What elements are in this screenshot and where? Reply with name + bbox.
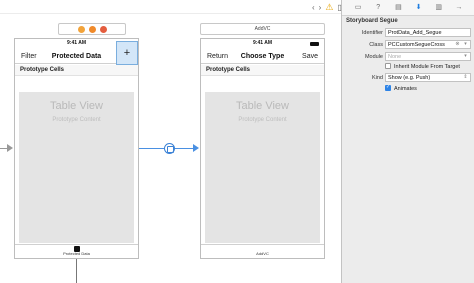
help-inspector-icon[interactable]: ? xyxy=(372,3,384,13)
back-button[interactable]: ‹ xyxy=(312,3,315,12)
chevron-down-icon[interactable]: ▾ xyxy=(462,41,469,48)
size-inspector-icon[interactable]: ▥ xyxy=(433,3,445,13)
scene2-dock-bar[interactable]: AddVC xyxy=(200,23,325,35)
save-bar-button[interactable]: Save xyxy=(302,53,318,60)
scene-addvc[interactable]: 9:41 AM Return Choose Type Save Prototyp… xyxy=(200,38,325,259)
animates-row: Animates xyxy=(342,84,474,94)
table-view-subtitle: Prototype Content xyxy=(238,117,287,123)
scene-footer: AddVC xyxy=(201,244,324,258)
scene-protected-data[interactable]: 9:41 AM Filter Protected Data + Prototyp… xyxy=(14,38,139,259)
relationship-line xyxy=(76,259,77,283)
attributes-inspector-icon[interactable]: ⬇ xyxy=(413,3,425,13)
canvas-top-strip xyxy=(0,0,341,14)
forward-button[interactable]: › xyxy=(319,3,322,12)
filter-bar-button[interactable]: Filter xyxy=(21,53,37,60)
identity-inspector-icon[interactable]: ▤ xyxy=(392,3,404,13)
navigation-bar: Filter Protected Data + xyxy=(15,41,138,65)
animates-label: Animates xyxy=(394,86,417,92)
tab-bar: Protected Data xyxy=(15,244,138,258)
class-label: Class xyxy=(369,42,383,48)
table-view-subtitle: Prototype Content xyxy=(52,117,101,123)
table-view[interactable] xyxy=(205,92,320,243)
inherit-row: Inherit Module From Target xyxy=(342,62,474,72)
clear-icon[interactable]: ⊗ xyxy=(454,41,461,48)
kind-label: Kind xyxy=(371,75,383,81)
class-row: Class PCCustomSegueCross ⊗ ▾ xyxy=(342,40,474,50)
file-inspector-icon[interactable]: ▭ xyxy=(352,3,364,13)
kind-popup[interactable]: Show (e.g. Push) ⇕ xyxy=(385,73,471,82)
identifier-row: Identifier ProtData_Add_Segue xyxy=(342,28,474,38)
animates-checkbox[interactable] xyxy=(385,84,391,91)
identifier-field[interactable]: ProtData_Add_Segue xyxy=(385,28,471,37)
incoming-segue-arrow-icon xyxy=(7,144,13,152)
inspector-tab-bar: ▭ ? ▤ ⬇ ▥ → xyxy=(342,0,474,16)
add-bar-button[interactable]: + xyxy=(116,41,138,65)
view-controller-icon[interactable] xyxy=(77,25,85,33)
navigation-bar: Return Choose Type Save xyxy=(201,48,324,64)
kind-row: Kind Show (e.g. Push) ⇕ xyxy=(342,73,474,83)
storyboard-canvas[interactable]: 9:41 AM Filter Protected Data + Prototyp… xyxy=(0,0,341,283)
prototype-cells-header: Prototype Cells xyxy=(201,65,324,76)
exit-icon[interactable] xyxy=(99,25,107,33)
first-responder-icon[interactable] xyxy=(88,25,96,33)
class-field[interactable]: PCCustomSegueCross ⊗ ▾ xyxy=(385,40,471,49)
canvas-toolbar: ‹ › ⚠ ▯ xyxy=(312,1,342,13)
warning-icon[interactable]: ⚠ xyxy=(325,2,333,13)
battery-icon xyxy=(310,42,319,46)
prototype-cell[interactable] xyxy=(15,76,138,92)
chevron-down-icon[interactable]: ▾ xyxy=(462,53,469,60)
chevron-updown-icon[interactable]: ⇕ xyxy=(462,74,469,81)
identifier-label: Identifier xyxy=(361,30,383,36)
inherit-checkbox[interactable] xyxy=(385,63,391,69)
inherit-label: Inherit Module From Target xyxy=(394,64,460,70)
module-label: Module xyxy=(364,54,383,60)
kind-value: Show (e.g. Push) xyxy=(388,75,431,81)
module-row: Module None ▾ xyxy=(342,52,474,62)
table-view-title: Table View xyxy=(50,100,103,112)
layout-toggle-icon[interactable]: ▯ xyxy=(337,3,341,12)
connections-inspector-icon[interactable]: → xyxy=(453,3,465,13)
scene2-bar-title: AddVC xyxy=(254,26,271,32)
attributes-inspector: ▭ ? ▤ ⬇ ▥ → Storyboard Segue Identifier … xyxy=(341,0,474,283)
return-bar-button[interactable]: Return xyxy=(207,53,228,60)
prototype-cells-header: Prototype Cells xyxy=(15,65,138,76)
section-title: Storyboard Segue xyxy=(346,18,398,24)
module-field[interactable]: None ▾ xyxy=(385,52,471,61)
segue-icon[interactable] xyxy=(164,143,175,154)
segue-arrow-icon xyxy=(193,144,199,152)
segue-line-right[interactable] xyxy=(175,148,194,149)
segue-line-left[interactable] xyxy=(139,148,164,149)
scene1-dock-bar[interactable] xyxy=(58,23,126,35)
scene-footer-label: AddVC xyxy=(256,251,269,256)
table-view[interactable] xyxy=(19,92,134,243)
prototype-cell[interactable] xyxy=(201,76,324,92)
tab-label[interactable]: Protected Data xyxy=(15,251,138,256)
class-value: PCCustomSegueCross xyxy=(388,42,445,48)
module-placeholder: None xyxy=(388,54,402,60)
table-view-title: Table View xyxy=(236,100,289,112)
status-bar-time: 9:41 AM xyxy=(253,40,272,46)
